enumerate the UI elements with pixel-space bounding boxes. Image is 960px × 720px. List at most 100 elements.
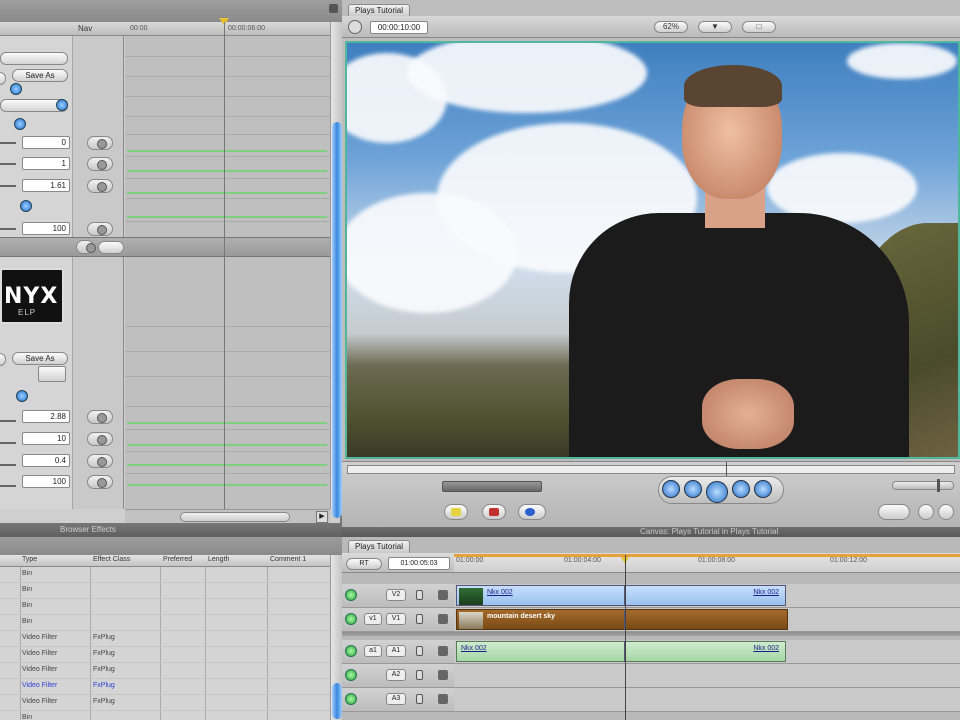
mark-in-out-button[interactable] (878, 504, 910, 520)
track-visibility-icon[interactable] (345, 613, 357, 625)
list-item[interactable]: Video Filter FxPlug (0, 663, 330, 679)
keyframe-button-3[interactable] (87, 179, 113, 193)
auto-select-icon[interactable] (438, 670, 448, 680)
image-well[interactable] (38, 366, 66, 382)
blend-selector-icon[interactable] (10, 83, 22, 95)
col-type[interactable]: Type (22, 556, 37, 563)
list-item[interactable]: Bin (0, 615, 330, 631)
param-popup-arrow-icon-2[interactable] (16, 390, 28, 402)
col-effect-class[interactable]: Effect Class (93, 556, 130, 563)
param-value-1[interactable]: 0 (22, 136, 70, 149)
play-in-out-icon[interactable] (684, 480, 702, 498)
section-nav-button[interactable] (98, 241, 124, 254)
col-comment[interactable]: Comment 1 (270, 556, 306, 563)
go-to-out-icon[interactable] (754, 480, 772, 498)
track-destination[interactable]: A3 (386, 693, 406, 705)
param-popup-arrow-icon[interactable] (20, 200, 32, 212)
param-value-2[interactable]: 1 (22, 157, 70, 170)
track-source[interactable]: v1 (364, 613, 382, 625)
param-slider-1[interactable] (0, 139, 18, 147)
close-icon[interactable] (329, 4, 338, 13)
add-marker-button[interactable] (938, 504, 954, 520)
scroll-right-arrow-icon[interactable]: ▶ (316, 511, 328, 523)
jog-control[interactable] (442, 481, 542, 492)
track-source[interactable]: a1 (364, 645, 382, 657)
canvas-timecode-field[interactable]: 00:00:10:00 (370, 21, 428, 34)
play-icon[interactable] (706, 481, 728, 503)
view-popup[interactable]: ▼ (698, 21, 732, 33)
insert-edit-button[interactable] (444, 504, 468, 520)
filter-scroll-thumb[interactable] (332, 122, 342, 518)
col-length[interactable]: Length (208, 556, 229, 563)
browser-scrollbar[interactable] (330, 555, 342, 720)
scrubber-playhead[interactable] (726, 462, 727, 476)
scrubber-bar[interactable] (347, 462, 955, 476)
lock-icon[interactable] (416, 646, 423, 656)
keyframe-button-2[interactable] (87, 157, 113, 171)
param-value-3[interactable]: 1.61 (22, 179, 70, 192)
list-item[interactable]: Bin (0, 711, 330, 720)
auto-select-icon[interactable] (438, 590, 448, 600)
snap-icon[interactable] (348, 20, 362, 34)
list-item[interactable]: Video Filter FxPlug (0, 695, 330, 711)
auto-select-icon[interactable] (438, 614, 448, 624)
lock-icon[interactable] (416, 694, 423, 704)
keyframe-graph-area[interactable] (125, 36, 330, 509)
go-to-in-icon[interactable] (662, 480, 680, 498)
param-slider-4[interactable] (0, 225, 18, 233)
param-slider-7[interactable] (0, 461, 18, 469)
param-value-6[interactable]: 10 (22, 432, 70, 445)
list-item-selected[interactable]: Video Filter FxPlug (0, 679, 330, 695)
zoom-popup[interactable]: 62% (654, 21, 688, 33)
keyframe-button-6[interactable] (87, 432, 113, 446)
keyframe-zoom-bar[interactable]: ▶ (125, 509, 330, 523)
filter-vertical-scrollbar[interactable] (330, 22, 342, 518)
clip-mountain-desert-sky[interactable]: mountain desert sky (456, 609, 788, 630)
track-destination[interactable]: A1 (386, 645, 406, 657)
overwrite-edit-button[interactable] (482, 504, 506, 520)
shape-popup-arrow-icon[interactable] (14, 118, 26, 130)
track-audible-icon[interactable] (345, 645, 357, 657)
track-destination[interactable]: V2 (386, 589, 406, 601)
overlay-popup[interactable]: □ (742, 21, 776, 33)
replace-edit-button[interactable] (518, 504, 546, 520)
mark-clip-button[interactable] (918, 504, 934, 520)
track-lane[interactable] (454, 688, 960, 711)
auto-select-icon[interactable] (438, 694, 448, 704)
timeline-timecode-field[interactable]: 01:00:05:03 (388, 557, 450, 570)
timeline-ruler[interactable]: 01:00:00 01:00:04:00 01:00:08:00 01:00:1… (454, 554, 960, 572)
track-audible-icon[interactable] (345, 693, 357, 705)
auto-select-icon[interactable] (438, 646, 448, 656)
clip-nkx-002-audio[interactable]: Nkx 002 Nkx 002 (456, 641, 786, 662)
track-visibility-icon[interactable] (345, 589, 357, 601)
video-audio-divider[interactable] (342, 632, 960, 636)
timeline-playhead[interactable] (625, 555, 626, 720)
param-slider-2[interactable] (0, 160, 18, 168)
track-destination[interactable]: A2 (386, 669, 406, 681)
mode-popup-arrow-icon[interactable] (56, 99, 68, 111)
keyframe-button-5[interactable] (87, 410, 113, 424)
play-around-icon[interactable] (732, 480, 750, 498)
lock-icon[interactable] (416, 614, 423, 624)
col-preferred[interactable]: Preferred (163, 556, 192, 563)
param-value-8[interactable]: 100 (22, 475, 70, 488)
keyframe-button-8[interactable] (87, 475, 113, 489)
list-item[interactable]: Bin (0, 599, 330, 615)
list-item[interactable]: Bin (0, 583, 330, 599)
list-item[interactable]: Video Filter FxPlug (0, 631, 330, 647)
param-slider-3[interactable] (0, 182, 18, 190)
param-slider-6[interactable] (0, 439, 18, 447)
shuttle-control[interactable] (892, 479, 954, 492)
zoom-slider[interactable] (180, 512, 290, 522)
list-item[interactable]: Video Filter FxPlug (0, 647, 330, 663)
rt-popup[interactable]: RT (346, 558, 382, 570)
param-value-4[interactable]: 100 (22, 222, 70, 235)
track-lane[interactable]: Nkx 002 Nkx 002 (454, 584, 960, 607)
filter-playhead[interactable] (224, 22, 225, 509)
list-item[interactable]: Bin (0, 567, 330, 583)
clip-nkx-002-video[interactable]: Nkx 002 Nkx 002 (456, 585, 786, 606)
save-as-button[interactable]: Save As (12, 69, 68, 82)
lock-icon[interactable] (416, 670, 423, 680)
param-value-7[interactable]: 0.4 (22, 454, 70, 467)
track-lane[interactable]: Nkx 002 Nkx 002 (454, 640, 960, 663)
